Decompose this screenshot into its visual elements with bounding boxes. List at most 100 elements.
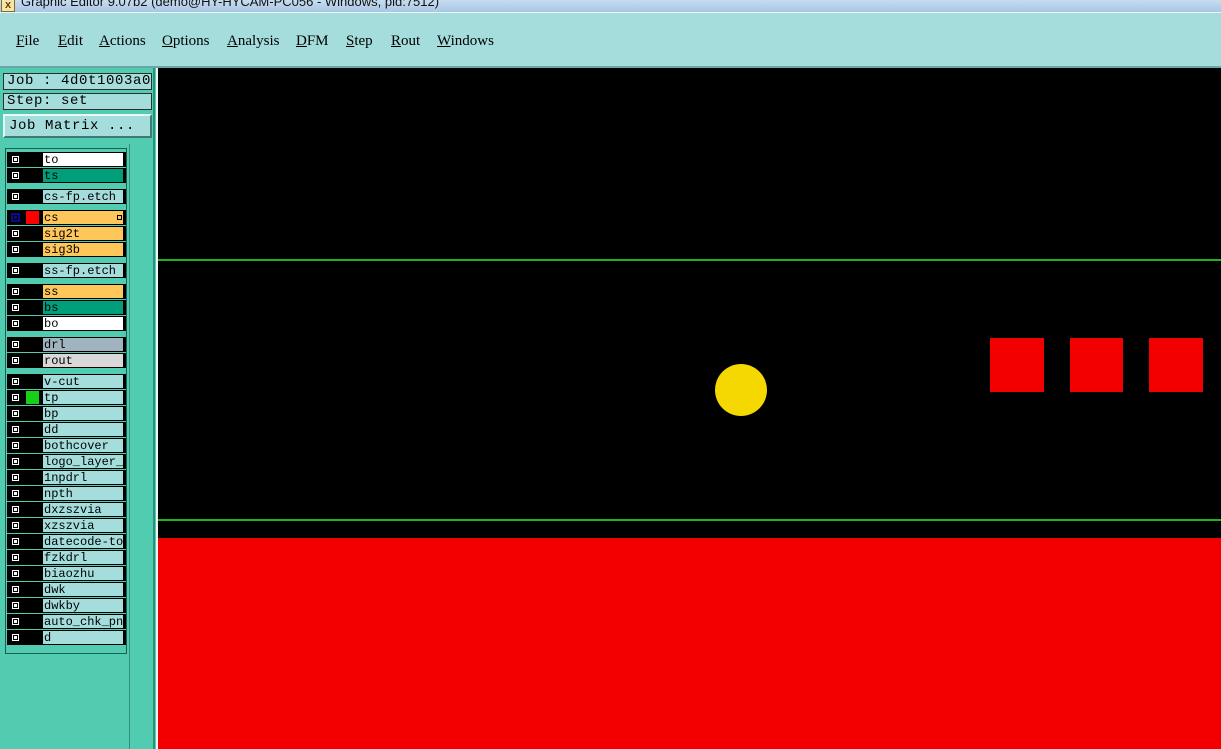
- menu-actions[interactable]: Actions: [99, 33, 146, 50]
- menu-options[interactable]: Options: [162, 33, 210, 50]
- layer-checkbox[interactable]: [11, 489, 20, 498]
- layer-row[interactable]: logo_layer_t: [7, 454, 126, 469]
- layer-checkbox[interactable]: [11, 266, 20, 275]
- layer-row[interactable]: v-cut: [7, 374, 126, 389]
- layer-checkbox[interactable]: [11, 473, 20, 482]
- layer-checkbox[interactable]: [11, 155, 20, 164]
- job-matrix-button[interactable]: Job Matrix ...: [3, 114, 152, 138]
- layer-name[interactable]: v-cut: [42, 374, 124, 389]
- layer-row[interactable]: dwkby: [7, 598, 126, 613]
- menu-file[interactable]: File: [16, 33, 39, 50]
- layer-name[interactable]: biaozhu: [42, 566, 124, 581]
- menu-rout[interactable]: Rout: [391, 33, 420, 50]
- layer-name[interactable]: dwk: [42, 582, 124, 597]
- layer-name[interactable]: dd: [42, 422, 124, 437]
- layer-name[interactable]: dxzszvia: [42, 502, 124, 517]
- layer-row[interactable]: ss: [7, 284, 126, 299]
- round-pad[interactable]: [715, 364, 767, 416]
- layer-name[interactable]: npth: [42, 486, 124, 501]
- copper-fill-area[interactable]: [158, 538, 1221, 749]
- layer-checkbox[interactable]: [11, 569, 20, 578]
- layer-row[interactable]: npth: [7, 486, 126, 501]
- layer-row[interactable]: fzkdrl: [7, 550, 126, 565]
- layer-row[interactable]: to: [7, 152, 126, 167]
- layer-checkbox[interactable]: [11, 377, 20, 386]
- layer-list-scrollbar[interactable]: [129, 144, 153, 749]
- layer-checkbox[interactable]: [11, 537, 20, 546]
- layer-name[interactable]: ts: [42, 168, 124, 183]
- layer-name[interactable]: sig3b: [42, 242, 124, 257]
- menu-step[interactable]: Step: [346, 33, 373, 50]
- layer-name[interactable]: bo: [42, 316, 124, 331]
- layer-name[interactable]: bs: [42, 300, 124, 315]
- menu-edit[interactable]: Edit: [58, 33, 83, 50]
- layer-checkbox[interactable]: [11, 409, 20, 418]
- layer-name[interactable]: sig2t: [42, 226, 124, 241]
- layer-row[interactable]: tp: [7, 390, 126, 405]
- layer-row[interactable]: sig2t: [7, 226, 126, 241]
- square-pad-1[interactable]: [990, 338, 1044, 392]
- layer-row[interactable]: datecode-to: [7, 534, 126, 549]
- layer-name[interactable]: bp: [42, 406, 124, 421]
- layer-name[interactable]: auto_chk_pnl: [42, 614, 124, 629]
- layer-name[interactable]: dwkby: [42, 598, 124, 613]
- layer-row[interactable]: ts: [7, 168, 126, 183]
- menu-dfm[interactable]: DFM: [296, 33, 329, 50]
- layer-checkbox[interactable]: [11, 425, 20, 434]
- layer-row[interactable]: auto_chk_pnl: [7, 614, 126, 629]
- layer-checkbox[interactable]: [11, 319, 20, 328]
- layer-checkbox[interactable]: [11, 213, 20, 222]
- layer-name[interactable]: to: [42, 152, 124, 167]
- layer-color-swatch[interactable]: [26, 391, 39, 404]
- layer-row[interactable]: 1npdrl: [7, 470, 126, 485]
- graphic-canvas[interactable]: [156, 68, 1221, 749]
- layer-checkbox[interactable]: [11, 617, 20, 626]
- layer-row[interactable]: rout: [7, 353, 126, 368]
- layer-name[interactable]: datecode-to: [42, 534, 124, 549]
- layer-name[interactable]: xzszvia: [42, 518, 124, 533]
- layer-name[interactable]: drl: [42, 337, 124, 352]
- layer-checkbox[interactable]: [11, 457, 20, 466]
- layer-checkbox[interactable]: [11, 521, 20, 530]
- layer-row[interactable]: cs-fp.etch: [7, 189, 126, 204]
- layer-checkbox[interactable]: [11, 303, 20, 312]
- layer-name[interactable]: fzkdrl: [42, 550, 124, 565]
- layer-checkbox[interactable]: [11, 553, 20, 562]
- layer-checkbox[interactable]: [11, 171, 20, 180]
- layer-row[interactable]: bo: [7, 316, 126, 331]
- layer-checkbox[interactable]: [11, 245, 20, 254]
- layer-checkbox[interactable]: [11, 441, 20, 450]
- layer-row[interactable]: bp: [7, 406, 126, 421]
- layer-checkbox[interactable]: [11, 356, 20, 365]
- layer-checkbox[interactable]: [11, 287, 20, 296]
- layer-row[interactable]: bothcover: [7, 438, 126, 453]
- layer-row[interactable]: bs: [7, 300, 126, 315]
- layer-color-swatch[interactable]: [26, 211, 39, 224]
- layer-checkbox[interactable]: [11, 601, 20, 610]
- square-pad-3[interactable]: [1149, 338, 1203, 392]
- layer-row[interactable]: cs: [7, 210, 126, 225]
- menu-analysis[interactable]: Analysis: [227, 33, 280, 50]
- layer-name[interactable]: logo_layer_t: [42, 454, 124, 469]
- layer-checkbox[interactable]: [11, 633, 20, 642]
- app-icon[interactable]: x: [1, 0, 15, 12]
- layer-row[interactable]: d: [7, 630, 126, 645]
- layer-name[interactable]: cs-fp.etch: [42, 189, 124, 204]
- layer-checkbox[interactable]: [11, 505, 20, 514]
- layer-name[interactable]: 1npdrl: [42, 470, 124, 485]
- layer-row[interactable]: dwk: [7, 582, 126, 597]
- layer-row[interactable]: xzszvia: [7, 518, 126, 533]
- layer-name[interactable]: rout: [42, 353, 124, 368]
- layer-name[interactable]: ss-fp.etch: [42, 263, 124, 278]
- layer-row[interactable]: dxzszvia: [7, 502, 126, 517]
- layer-row[interactable]: sig3b: [7, 242, 126, 257]
- menu-windows[interactable]: Windows: [437, 33, 494, 50]
- layer-row[interactable]: drl: [7, 337, 126, 352]
- layer-name[interactable]: cs: [42, 210, 124, 225]
- square-pad-2[interactable]: [1070, 338, 1123, 392]
- layer-row[interactable]: dd: [7, 422, 126, 437]
- layer-name[interactable]: bothcover: [42, 438, 124, 453]
- layer-checkbox[interactable]: [11, 340, 20, 349]
- layer-checkbox[interactable]: [11, 192, 20, 201]
- layer-checkbox[interactable]: [11, 229, 20, 238]
